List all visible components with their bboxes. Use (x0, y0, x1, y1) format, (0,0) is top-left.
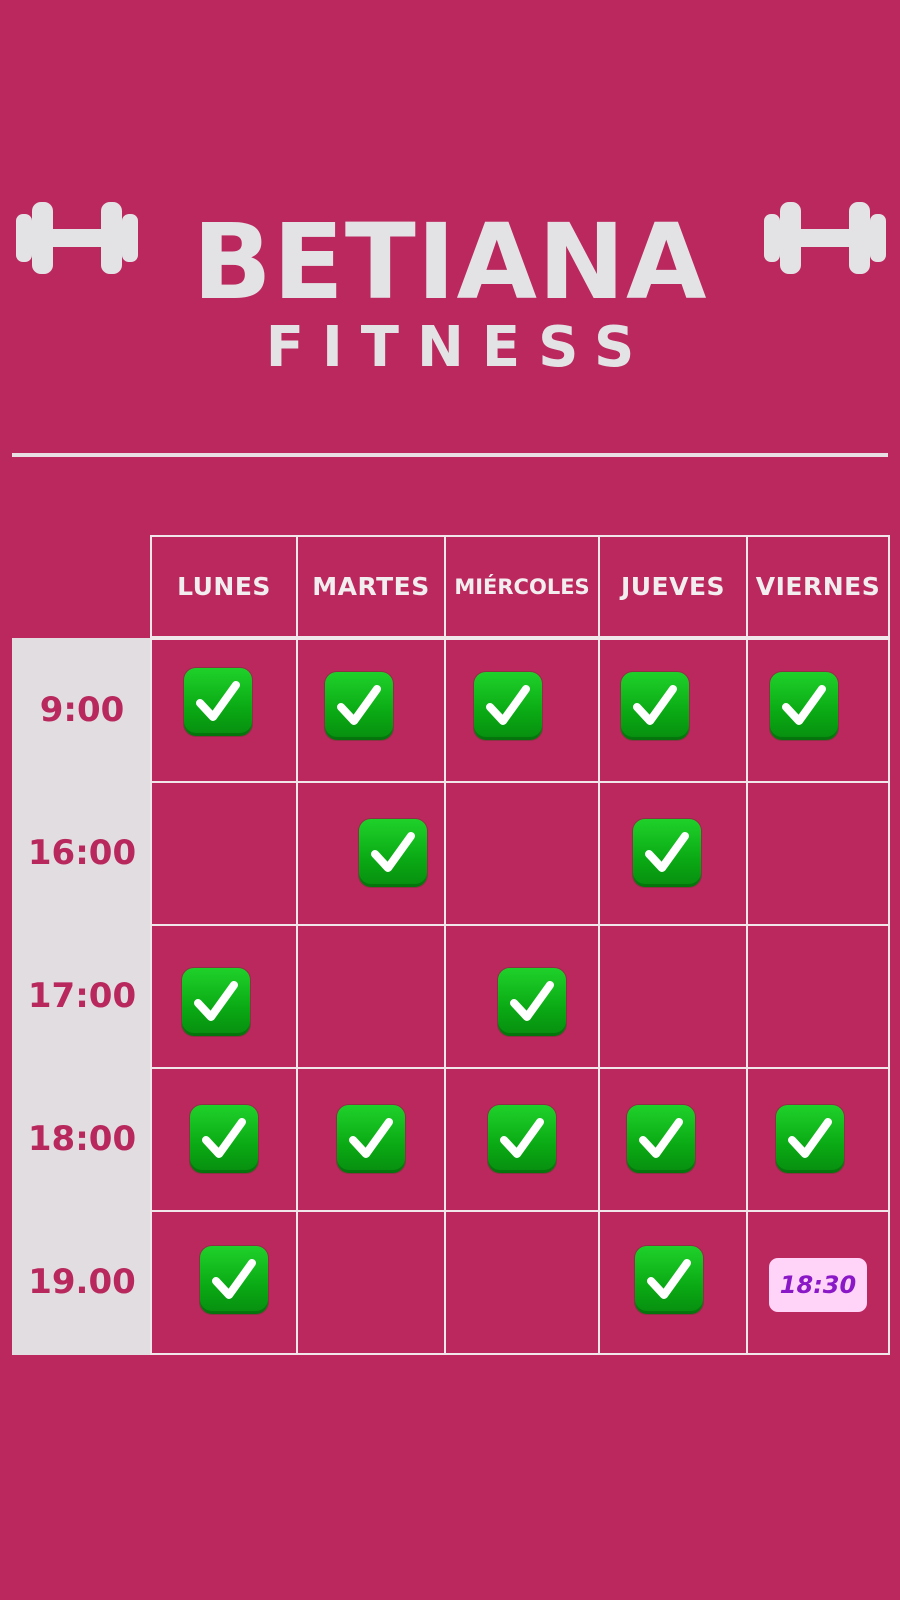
check-mark-icon (182, 967, 250, 1036)
day-header: VIERNES (746, 535, 890, 638)
header-divider (12, 453, 888, 457)
check-mark-icon (488, 1104, 556, 1173)
time-label: 17:00 (27, 975, 137, 1016)
day-label: LUNES (177, 572, 271, 601)
check-mark-icon (190, 1104, 258, 1173)
day-label: MIÉRCOLES (454, 574, 590, 599)
day-label: VIERNES (755, 572, 881, 601)
schedule-cell (150, 781, 298, 926)
time-column: 9:00 16:00 17:00 18:00 19.00 (12, 638, 152, 1355)
schedule-cell (746, 781, 890, 926)
day-header: JUEVES (598, 535, 748, 638)
brand-subtitle: FITNESS (265, 315, 653, 380)
check-mark-icon (635, 1245, 703, 1314)
day-header: LUNES (150, 535, 298, 638)
check-mark-icon (627, 1104, 695, 1173)
check-mark-icon (776, 1104, 844, 1173)
check-mark-icon (359, 818, 427, 887)
time-label: 9:00 (39, 689, 125, 730)
time-label: 16:00 (27, 832, 137, 873)
check-mark-icon (498, 967, 566, 1036)
check-mark-icon (770, 671, 838, 740)
check-mark-icon (200, 1245, 268, 1314)
schedule-cell (598, 924, 748, 1069)
schedule-cell (444, 781, 600, 926)
time-label: 18:00 (27, 1118, 137, 1159)
day-label: MARTES (312, 572, 430, 601)
check-mark-icon (337, 1104, 405, 1173)
check-mark-icon (184, 667, 252, 736)
day-label: JUEVES (620, 572, 726, 601)
schedule-cell (444, 1210, 600, 1355)
day-header: MIÉRCOLES (444, 535, 600, 638)
check-mark-icon (633, 818, 701, 887)
time-note-badge: 18:30 (769, 1257, 867, 1312)
dumbbell-icon (764, 202, 886, 274)
header: BETIANA FITNESS (0, 180, 900, 400)
check-mark-icon (325, 671, 393, 740)
time-label: 19.00 (28, 1261, 136, 1302)
schedule-cell (296, 1210, 446, 1355)
schedule-cell (746, 924, 890, 1069)
schedule-cell (296, 924, 446, 1069)
day-header: MARTES (296, 535, 446, 638)
check-mark-icon (621, 671, 689, 740)
check-mark-icon (474, 671, 542, 740)
